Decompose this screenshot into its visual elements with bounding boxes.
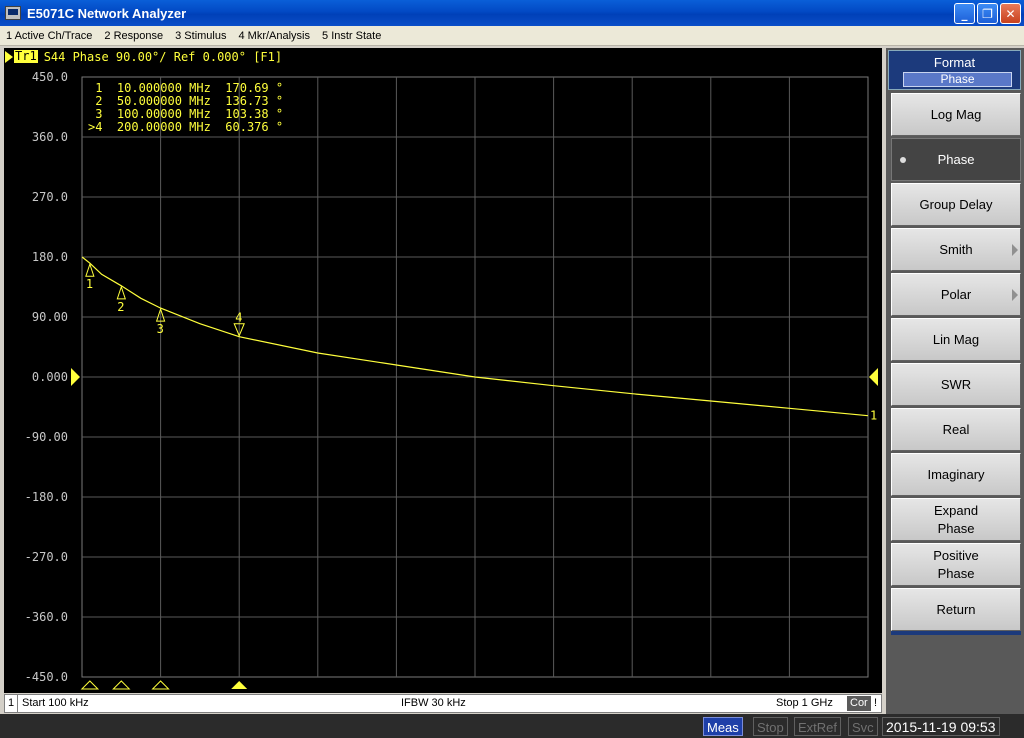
softkey-label: SWR bbox=[940, 376, 972, 392]
phase-chart: 450.0 360.0 270.0 180.0 90.00 0.000 -90.00 -180… bbox=[25, 70, 878, 690]
meas-indicator: Meas bbox=[703, 717, 743, 736]
softkey-label: Polar bbox=[940, 286, 972, 302]
softkey-label: Smith bbox=[939, 241, 973, 257]
marker-readout-line: >4 200.00000 MHz 60.376 ° bbox=[88, 120, 283, 134]
submenu-arrow-icon bbox=[1012, 244, 1018, 256]
softkey-return[interactable]: Return bbox=[891, 588, 1021, 631]
network-analyzer-window: E5071C Network Analyzer _ ❐ ✕ 1 Active C… bbox=[0, 0, 1024, 738]
y-tick-label: 180.0 bbox=[32, 250, 68, 264]
menu-mkr-analysis[interactable]: 4 Mkr/Analysis bbox=[232, 30, 316, 42]
marker-icon bbox=[116, 285, 126, 300]
marker-readout-line: 1 10.000000 MHz 170.69 ° bbox=[88, 81, 283, 95]
softkey-phase[interactable]: Phase bbox=[891, 138, 1021, 181]
app-icon bbox=[5, 6, 21, 20]
softkey-separator bbox=[891, 631, 1021, 635]
marker-number-label: 2 bbox=[117, 300, 124, 314]
selected-radio-icon bbox=[900, 157, 906, 163]
marker-number-label: 3 bbox=[157, 322, 164, 336]
softkey-menu-header: Format Phase bbox=[888, 50, 1021, 90]
softkey-imaginary[interactable]: Imaginary bbox=[891, 453, 1021, 496]
y-tick-label: 360.0 bbox=[32, 130, 68, 144]
extref-indicator: ExtRef bbox=[794, 717, 842, 736]
marker-bottom-icon bbox=[112, 680, 131, 690]
softkey-real[interactable]: Real bbox=[891, 408, 1021, 451]
y-tick-label: 0.000 bbox=[32, 370, 68, 384]
softkey-label: Positive Phase bbox=[933, 547, 979, 581]
channel-status-bar: 1 Start 100 kHz IFBW 30 kHz Stop 1 GHz C… bbox=[4, 694, 882, 713]
softkey-label: Lin Mag bbox=[932, 331, 980, 347]
reference-level-right-icon bbox=[869, 368, 878, 386]
y-tick-label: -180.0 bbox=[25, 490, 68, 504]
stop-indicator: Stop bbox=[753, 717, 788, 736]
window-title: E5071C Network Analyzer bbox=[27, 5, 187, 21]
marker-bottom-icon bbox=[80, 680, 100, 690]
svc-indicator: Svc bbox=[848, 717, 878, 736]
menu-response[interactable]: 2 Response bbox=[98, 30, 169, 42]
softkey-label: Real bbox=[942, 421, 970, 437]
softkey-label: Expand Phase bbox=[933, 502, 979, 536]
close-button[interactable]: ✕ bbox=[1000, 3, 1021, 24]
reference-level-left-icon bbox=[71, 368, 80, 386]
softkey-polar[interactable]: Polar bbox=[891, 273, 1021, 316]
marker-readout-line: 2 50.000000 MHz 136.73 ° bbox=[88, 94, 283, 108]
menu-instr-state[interactable]: 5 Instr State bbox=[316, 30, 387, 42]
softkey-group-delay[interactable]: Group Delay bbox=[891, 183, 1021, 226]
softkey-swr[interactable]: SWR bbox=[891, 363, 1021, 406]
marker-bottom-active-icon bbox=[231, 681, 248, 689]
softkey-label: Imaginary bbox=[927, 466, 985, 482]
y-tick-label: 90.00 bbox=[32, 310, 68, 324]
submenu-arrow-icon bbox=[1012, 289, 1018, 301]
trace-parameters: S44 Phase 90.00°/ Ref 0.000° [F1] bbox=[43, 49, 283, 64]
chart-area[interactable]: 450.0 360.0 270.0 180.0 90.00 0.000 -90.00 -180… bbox=[4, 65, 882, 693]
menu-stimulus[interactable]: 3 Stimulus bbox=[169, 30, 232, 42]
softkey-lin-mag[interactable]: Lin Mag bbox=[891, 318, 1021, 361]
softkey-menu-title: Format bbox=[933, 55, 976, 70]
softkey-label: Phase bbox=[937, 151, 975, 167]
correction-indicator: Cor bbox=[847, 696, 871, 711]
softkey-current-value: Phase bbox=[903, 72, 1012, 87]
softkey-expand-phase[interactable]: Expand Phase bbox=[891, 498, 1021, 541]
trace-header: Tr1 S44 Phase 90.00°/ Ref 0.000° [F1] bbox=[4, 48, 882, 65]
warning-indicator: ! bbox=[874, 697, 878, 709]
active-trace-triangle-icon bbox=[5, 50, 13, 63]
marker-readout-line: 3 100.00000 MHz 103.38 ° bbox=[88, 107, 283, 121]
softkey-panel: Format Phase Log Mag Phase Group Delay S… bbox=[886, 48, 1024, 714]
trace-end-label: 1 bbox=[870, 409, 877, 423]
minimize-button[interactable]: _ bbox=[954, 3, 975, 24]
softkey-smith[interactable]: Smith bbox=[891, 228, 1021, 271]
y-tick-label: 450.0 bbox=[32, 70, 68, 84]
softkey-label: Log Mag bbox=[930, 106, 982, 122]
start-frequency[interactable]: Start 100 kHz bbox=[22, 695, 89, 712]
date-time: 2015-11-19 09:53 bbox=[882, 717, 1000, 736]
softkey-label: Return bbox=[936, 601, 976, 617]
stop-frequency[interactable]: Stop 1 GHz bbox=[776, 695, 833, 712]
menu-active-ch-trace[interactable]: 1 Active Ch/Trace bbox=[0, 30, 98, 42]
y-tick-label: -360.0 bbox=[25, 610, 68, 624]
softkey-positive-phase[interactable]: Positive Phase bbox=[891, 543, 1021, 586]
menu-bar: 1 Active Ch/Trace 2 Response 3 Stimulus … bbox=[0, 26, 1024, 46]
marker-number-label: 4 bbox=[235, 311, 242, 325]
softkey-label: Group Delay bbox=[919, 196, 993, 212]
marker-number-label: 1 bbox=[86, 277, 93, 291]
y-tick-label: 270.0 bbox=[32, 190, 68, 204]
y-tick-label: -450.0 bbox=[25, 670, 68, 684]
title-bar: E5071C Network Analyzer _ ❐ ✕ bbox=[0, 0, 1024, 26]
y-tick-label: -90.00 bbox=[25, 430, 68, 444]
instrument-status-bar: Meas Stop ExtRef Svc 2015-11-19 09:53 bbox=[0, 714, 1024, 738]
marker-bottom-icon bbox=[151, 680, 170, 690]
ifbw-value[interactable]: IFBW 30 kHz bbox=[401, 695, 466, 712]
y-tick-label: -270.0 bbox=[25, 550, 68, 564]
restore-button[interactable]: ❐ bbox=[977, 3, 998, 24]
softkey-log-mag[interactable]: Log Mag bbox=[891, 93, 1021, 136]
channel-number[interactable]: 1 bbox=[5, 695, 18, 712]
trace-label[interactable]: Tr1 bbox=[14, 50, 38, 63]
